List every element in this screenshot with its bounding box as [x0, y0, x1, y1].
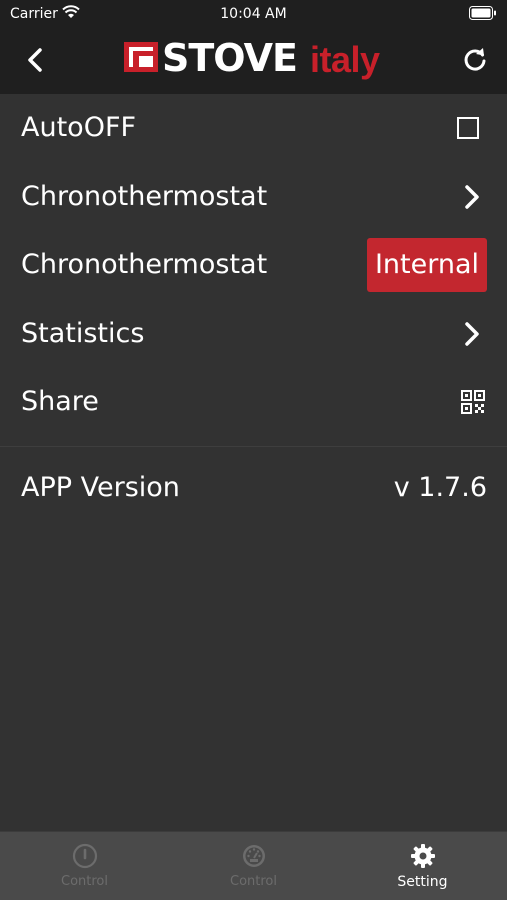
app-version-label: APP Version — [21, 472, 180, 503]
setting-label: Share — [21, 386, 99, 417]
battery-icon — [469, 6, 496, 20]
section-divider — [0, 446, 507, 447]
setting-autooff[interactable]: AutoOFF — [0, 94, 507, 163]
app-logo: STOVE italy — [124, 38, 386, 82]
gauge-icon — [242, 845, 265, 867]
setting-share[interactable]: Share — [0, 368, 507, 437]
tab-label: Control — [230, 874, 277, 889]
tab-bar: Control Control Setting — [0, 831, 507, 900]
tab-control-gauge[interactable]: Control — [169, 832, 338, 900]
setting-statistics[interactable]: Statistics — [0, 300, 507, 369]
setting-label: Statistics — [21, 317, 145, 349]
logo-stove-text: STOVE — [162, 36, 298, 80]
tab-label: Setting — [397, 874, 448, 890]
status-bar: Carrier 10:04 AM — [0, 0, 507, 28]
setting-label: Chronothermostat — [21, 180, 268, 212]
app-version-row: APP Version v 1.7.6 — [0, 454, 507, 522]
qr-code-icon[interactable] — [461, 390, 485, 414]
logo-italy-text: italy — [310, 39, 380, 80]
setting-chronothermostat[interactable]: Chronothermostat — [0, 163, 507, 232]
autooff-checkbox[interactable] — [457, 117, 479, 139]
setting-label: AutoOFF — [21, 112, 137, 143]
refresh-icon[interactable] — [459, 44, 491, 76]
tab-label: Control — [61, 874, 108, 889]
clock: 10:04 AM — [220, 6, 287, 22]
setting-label: Chronothermostat — [21, 249, 268, 280]
chevron-right-icon — [465, 321, 479, 346]
app-version-value: v 1.7.6 — [393, 472, 487, 503]
gear-icon — [410, 844, 435, 868]
setting-chronothermostat-mode[interactable]: Chronothermostat Internal — [0, 231, 507, 300]
tab-setting[interactable]: Setting — [338, 832, 507, 900]
settings-list: AutoOFF Chronothermostat Chronothermosta… — [0, 94, 507, 437]
back-chevron-icon[interactable] — [20, 44, 52, 76]
logo-mark-icon — [124, 42, 158, 72]
tab-control-power[interactable]: Control — [0, 832, 169, 900]
nav-bar: STOVE italy — [0, 28, 507, 94]
chevron-right-icon — [465, 184, 479, 209]
chronothermostat-mode-badge[interactable]: Internal — [366, 238, 487, 292]
power-icon — [72, 843, 97, 869]
